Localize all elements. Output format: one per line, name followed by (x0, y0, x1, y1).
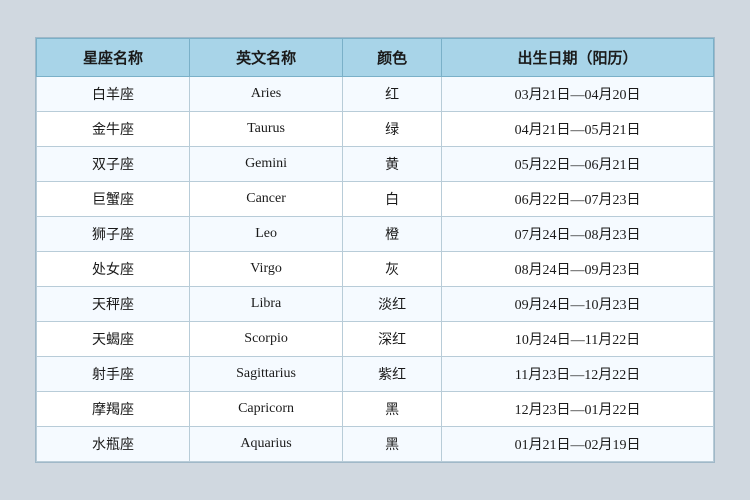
cell-dates: 04月21日—05月21日 (442, 112, 714, 147)
cell-color: 淡红 (343, 287, 442, 322)
cell-dates: 10月24日—11月22日 (442, 322, 714, 357)
cell-color: 红 (343, 77, 442, 112)
cell-dates: 06月22日—07月23日 (442, 182, 714, 217)
cell-chinese-name: 天秤座 (37, 287, 190, 322)
cell-english-name: Sagittarius (190, 357, 343, 392)
cell-chinese-name: 天蝎座 (37, 322, 190, 357)
table-header-row: 星座名称 英文名称 颜色 出生日期（阳历） (37, 39, 714, 77)
cell-chinese-name: 摩羯座 (37, 392, 190, 427)
table-row: 天蝎座Scorpio深红10月24日—11月22日 (37, 322, 714, 357)
zodiac-table: 星座名称 英文名称 颜色 出生日期（阳历） 白羊座Aries红03月21日—04… (36, 38, 714, 462)
cell-chinese-name: 白羊座 (37, 77, 190, 112)
cell-dates: 11月23日—12月22日 (442, 357, 714, 392)
cell-dates: 07月24日—08月23日 (442, 217, 714, 252)
cell-english-name: Cancer (190, 182, 343, 217)
cell-dates: 12月23日—01月22日 (442, 392, 714, 427)
table-row: 双子座Gemini黄05月22日—06月21日 (37, 147, 714, 182)
table-row: 白羊座Aries红03月21日—04月20日 (37, 77, 714, 112)
cell-color: 绿 (343, 112, 442, 147)
table-row: 狮子座Leo橙07月24日—08月23日 (37, 217, 714, 252)
table-row: 水瓶座Aquarius黑01月21日—02月19日 (37, 427, 714, 462)
cell-color: 黑 (343, 427, 442, 462)
table-row: 处女座Virgo灰08月24日—09月23日 (37, 252, 714, 287)
table-row: 天秤座Libra淡红09月24日—10月23日 (37, 287, 714, 322)
cell-chinese-name: 金牛座 (37, 112, 190, 147)
table-row: 巨蟹座Cancer白06月22日—07月23日 (37, 182, 714, 217)
table-body: 白羊座Aries红03月21日—04月20日金牛座Taurus绿04月21日—0… (37, 77, 714, 462)
table-row: 金牛座Taurus绿04月21日—05月21日 (37, 112, 714, 147)
cell-color: 白 (343, 182, 442, 217)
cell-dates: 05月22日—06月21日 (442, 147, 714, 182)
cell-color: 橙 (343, 217, 442, 252)
cell-dates: 09月24日—10月23日 (442, 287, 714, 322)
cell-color: 紫红 (343, 357, 442, 392)
cell-dates: 01月21日—02月19日 (442, 427, 714, 462)
cell-dates: 03月21日—04月20日 (442, 77, 714, 112)
cell-color: 深红 (343, 322, 442, 357)
table-row: 射手座Sagittarius紫红11月23日—12月22日 (37, 357, 714, 392)
cell-english-name: Virgo (190, 252, 343, 287)
cell-chinese-name: 水瓶座 (37, 427, 190, 462)
cell-english-name: Capricorn (190, 392, 343, 427)
cell-dates: 08月24日—09月23日 (442, 252, 714, 287)
header-english-name: 英文名称 (190, 39, 343, 77)
header-birthdate: 出生日期（阳历） (442, 39, 714, 77)
header-chinese-name: 星座名称 (37, 39, 190, 77)
cell-color: 黑 (343, 392, 442, 427)
cell-english-name: Aries (190, 77, 343, 112)
cell-chinese-name: 巨蟹座 (37, 182, 190, 217)
cell-chinese-name: 狮子座 (37, 217, 190, 252)
cell-english-name: Libra (190, 287, 343, 322)
cell-english-name: Aquarius (190, 427, 343, 462)
header-color: 颜色 (343, 39, 442, 77)
cell-english-name: Scorpio (190, 322, 343, 357)
cell-color: 黄 (343, 147, 442, 182)
cell-english-name: Leo (190, 217, 343, 252)
cell-color: 灰 (343, 252, 442, 287)
table-row: 摩羯座Capricorn黑12月23日—01月22日 (37, 392, 714, 427)
cell-english-name: Taurus (190, 112, 343, 147)
cell-english-name: Gemini (190, 147, 343, 182)
cell-chinese-name: 处女座 (37, 252, 190, 287)
cell-chinese-name: 双子座 (37, 147, 190, 182)
cell-chinese-name: 射手座 (37, 357, 190, 392)
zodiac-table-wrapper: 星座名称 英文名称 颜色 出生日期（阳历） 白羊座Aries红03月21日—04… (35, 37, 715, 463)
